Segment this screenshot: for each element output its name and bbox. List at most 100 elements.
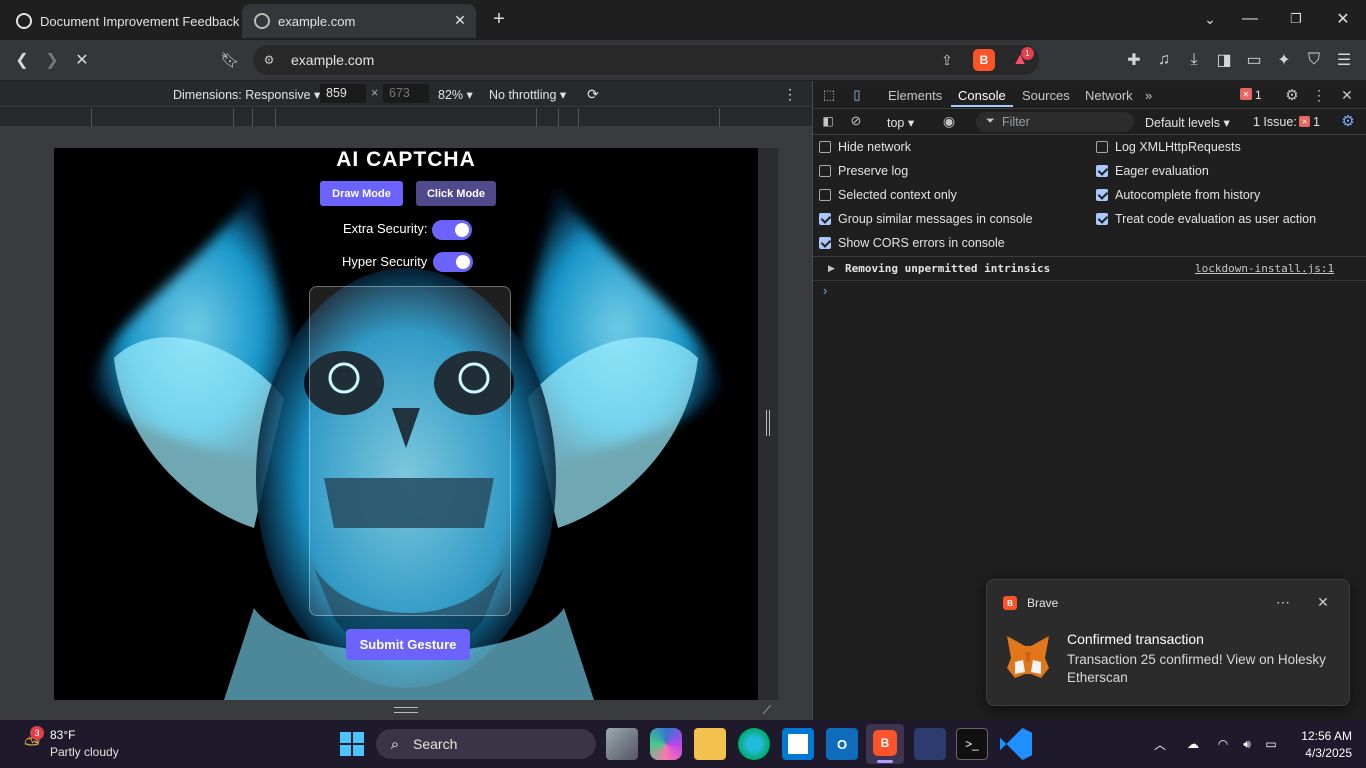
issues-label[interactable]: 1 Issue:	[1253, 115, 1297, 129]
click-mode-button[interactable]: Click Mode	[416, 181, 496, 206]
console-prompt-icon[interactable]: ›	[823, 283, 827, 298]
tab-document-feedback[interactable]: Document Improvement Feedback	[8, 6, 240, 36]
clear-console-icon[interactable]: ⊘	[848, 113, 864, 129]
wallet-icon[interactable]: ▭	[1240, 46, 1268, 74]
setting-cors-errors[interactable]: Show CORS errors in console	[819, 236, 1005, 250]
console-message[interactable]: Removing unpermitted intrinsics	[845, 262, 1050, 275]
stop-loading-icon[interactable]: ✕	[68, 46, 96, 74]
checkbox[interactable]	[1096, 141, 1108, 153]
settings-gear-icon[interactable]: ⚙	[1283, 86, 1301, 104]
copilot-icon[interactable]	[650, 728, 682, 760]
task-view-icon[interactable]	[606, 728, 638, 760]
sidebar-icon[interactable]: ◨	[1210, 46, 1238, 74]
corner-resize-icon[interactable]: ⟋	[760, 703, 774, 717]
setting-log-xhr[interactable]: Log XMLHttpRequests	[1096, 140, 1241, 154]
store-icon[interactable]	[782, 728, 814, 760]
brave-shields-icon[interactable]: B	[973, 49, 995, 71]
context-select[interactable]: top ▾	[887, 115, 914, 130]
tab-console[interactable]: Console	[958, 88, 1006, 103]
levels-select[interactable]: Default levels ▾	[1145, 115, 1230, 130]
close-tab-icon[interactable]: ✕	[452, 12, 468, 28]
start-windows-icon[interactable]	[340, 732, 364, 756]
device-toggle-icon[interactable]: ▯	[848, 86, 866, 104]
tab-search-chevron-icon[interactable]: ⌄	[1200, 9, 1220, 29]
setting-hide-network[interactable]: Hide network	[819, 140, 911, 154]
expand-triangle-icon[interactable]: ▶	[828, 263, 835, 274]
setting-autocomplete[interactable]: Autocomplete from history	[1096, 188, 1260, 202]
app-icon[interactable]	[914, 728, 946, 760]
setting-preserve-log[interactable]: Preserve log	[819, 164, 908, 178]
checkbox-checked[interactable]	[1096, 189, 1108, 201]
cloud-off-icon[interactable]: ☁	[1184, 736, 1202, 752]
forward-icon[interactable]: ❯	[38, 46, 66, 74]
devtools-more-icon[interactable]: ⋮	[1312, 86, 1326, 104]
zoom-select[interactable]: 82% ▾	[438, 87, 473, 102]
site-info-icon[interactable]: ⚙	[261, 52, 277, 68]
toast-notification[interactable]: B Brave ⋯ ✕ Confirmed transaction Transa…	[986, 579, 1350, 706]
filter-input[interactable]: ⏷ Filter	[976, 112, 1134, 132]
dimensions-select[interactable]: Dimensions: Responsive ▾	[173, 87, 320, 102]
checkbox-checked[interactable]	[819, 213, 831, 225]
setting-eager-eval[interactable]: Eager evaluation	[1096, 164, 1209, 178]
tab-elements[interactable]: Elements	[888, 88, 942, 103]
setting-group-similar[interactable]: Group similar messages in console	[819, 212, 1033, 226]
throttling-select[interactable]: No throttling ▾	[489, 87, 566, 102]
checkbox-checked[interactable]	[1096, 213, 1108, 225]
submit-gesture-button[interactable]: Submit Gesture	[346, 629, 470, 660]
tab-example[interactable]: example.com ✕	[242, 4, 476, 38]
minimize-icon[interactable]: —	[1240, 9, 1260, 29]
url-text[interactable]: example.com	[291, 52, 374, 68]
wifi-icon[interactable]: ◠	[1214, 736, 1232, 752]
checkbox[interactable]	[819, 165, 831, 177]
gesture-canvas[interactable]	[309, 286, 511, 616]
extra-security-toggle[interactable]	[432, 220, 472, 240]
show-hidden-icons-icon[interactable]: ︿	[1152, 736, 1168, 752]
error-icon[interactable]: ✕	[1240, 88, 1252, 100]
checkbox-checked[interactable]	[1096, 165, 1108, 177]
checkbox[interactable]	[819, 141, 831, 153]
height-input[interactable]: 673	[383, 84, 429, 103]
share-icon[interactable]: ⇪	[937, 50, 957, 70]
new-tab-icon[interactable]: +	[488, 8, 510, 30]
hyper-security-toggle[interactable]	[433, 252, 473, 272]
weather-widget[interactable]: ⛅︎ 3 83°F Partly cloudy	[14, 726, 144, 762]
edge-icon[interactable]	[738, 728, 770, 760]
vpn-icon[interactable]: ⛉	[1300, 46, 1328, 74]
checkbox[interactable]	[819, 189, 831, 201]
restore-icon[interactable]: ❐	[1286, 9, 1306, 29]
more-tabs-icon[interactable]: »	[1145, 88, 1152, 103]
address-bar[interactable]: ⚙ example.com ⇪ B ▲ 1	[253, 45, 1039, 75]
downloads-icon[interactable]: ⤓	[1180, 46, 1208, 74]
bottom-resize-handle[interactable]	[394, 707, 418, 713]
console-source-link[interactable]: lockdown-install.js:1	[1195, 262, 1334, 275]
close-devtools-icon[interactable]: ✕	[1339, 86, 1355, 104]
rotate-icon[interactable]: ⟳	[584, 85, 602, 103]
leo-ai-icon[interactable]: ✦	[1270, 46, 1298, 74]
bookmark-icon[interactable]: 🔖︎	[216, 46, 244, 74]
console-settings-icon[interactable]: ⚙	[1339, 112, 1357, 130]
menu-icon[interactable]: ☰	[1330, 46, 1358, 74]
viewport-resize-bar[interactable]	[758, 148, 778, 700]
close-window-icon[interactable]: ✕	[1333, 9, 1353, 29]
device-more-icon[interactable]: ⋮	[782, 85, 798, 103]
volume-icon[interactable]: 🔊︎	[1238, 736, 1256, 752]
taskbar-search[interactable]: ⌕ Search	[376, 729, 596, 759]
brave-taskbar-button[interactable]: B	[866, 724, 904, 764]
file-explorer-icon[interactable]	[694, 728, 726, 760]
tab-sources[interactable]: Sources	[1022, 88, 1070, 103]
checkbox-checked[interactable]	[819, 237, 831, 249]
clock[interactable]: 12:56 AM 4/3/2025	[1290, 729, 1352, 761]
live-expression-eye-icon[interactable]: ◉	[939, 113, 959, 129]
extensions-icon[interactable]: ✚	[1120, 46, 1148, 74]
back-icon[interactable]: ❮	[8, 46, 36, 74]
media-icon[interactable]: ♫	[1150, 46, 1178, 74]
terminal-icon[interactable]: >_	[956, 728, 988, 760]
setting-treat-eval[interactable]: Treat code evaluation as user action	[1096, 212, 1316, 226]
width-input[interactable]: 859	[320, 84, 366, 103]
notification-close-icon[interactable]: ✕	[1315, 594, 1331, 610]
draw-mode-button[interactable]: Draw Mode	[320, 181, 403, 206]
setting-selected-context[interactable]: Selected context only	[819, 188, 957, 202]
inspect-element-icon[interactable]: ⬚	[820, 86, 838, 104]
outlook-icon[interactable]: O	[826, 728, 858, 760]
tab-network[interactable]: Network	[1085, 88, 1133, 103]
